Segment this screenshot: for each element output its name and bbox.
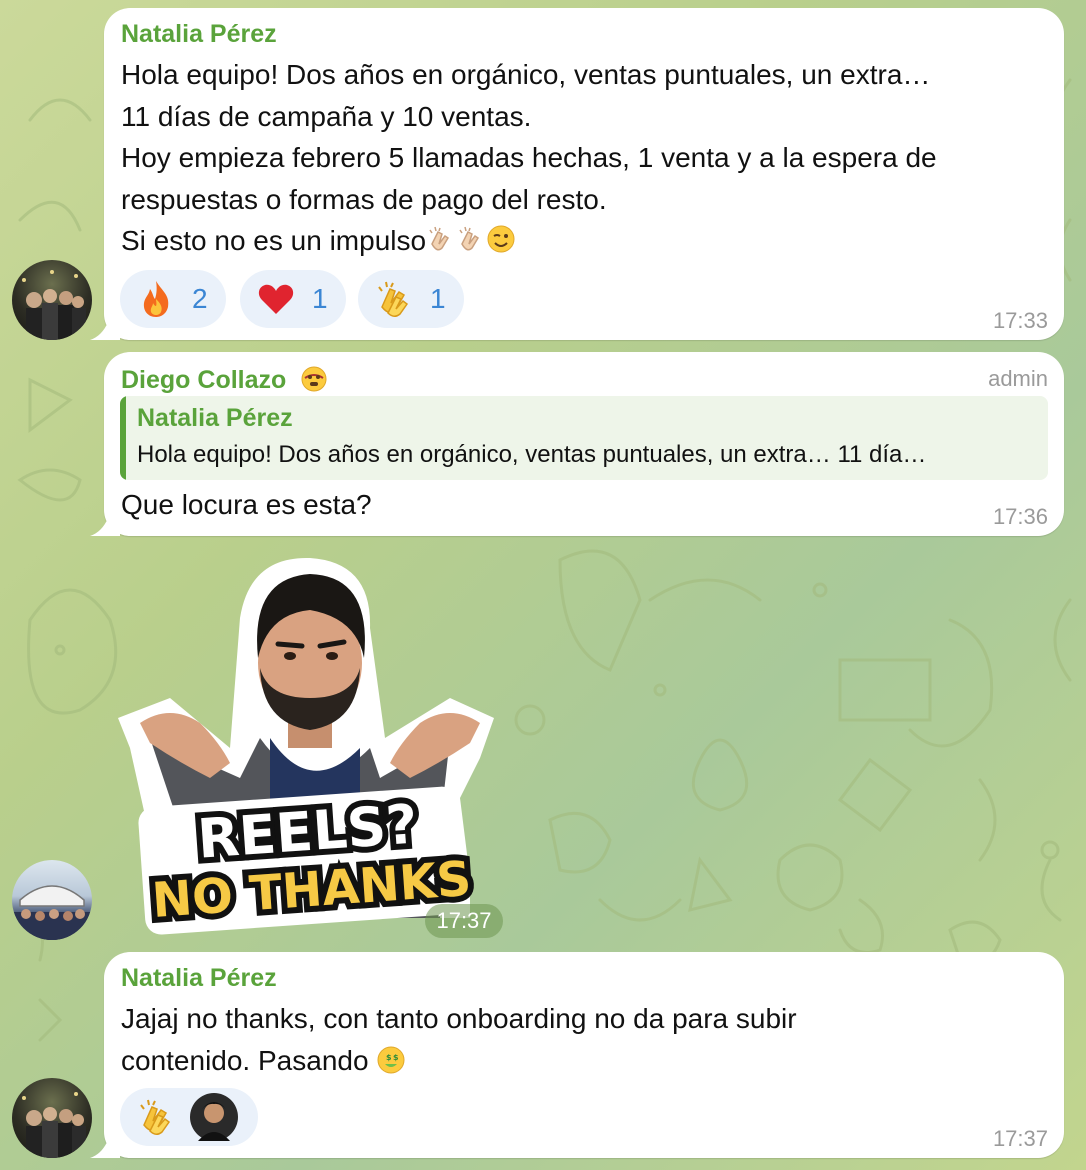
reaction-heart[interactable]: 1	[240, 270, 346, 328]
message-line: Jajaj no thanks, con tanto onboarding no…	[121, 1003, 797, 1034]
sticker-image: REELS? NO THANKS	[118, 557, 494, 935]
svg-text:$: $	[386, 1053, 392, 1062]
message-bubble[interactable]: Diego Collazo admin Natalia Pérez Hola e…	[90, 352, 1064, 536]
wink-emoji-icon	[487, 225, 515, 253]
message-text: Jajaj no thanks, con tanto onboarding no…	[121, 998, 797, 1081]
message-line: respuestas o formas de pago del resto.	[121, 183, 607, 215]
message-time: 17:37	[992, 1126, 1048, 1151]
message-time: 17:33	[992, 308, 1048, 333]
reaction-clap-with-avatar[interactable]	[120, 1088, 258, 1146]
avatar-diego[interactable]	[12, 860, 92, 940]
bubble-tail	[90, 512, 120, 536]
clap-light-skin-emoji-icon	[459, 226, 480, 251]
avatar-natalia-2[interactable]	[12, 1078, 92, 1158]
reaction-count: 1	[312, 283, 328, 314]
reaction-clap[interactable]: 1	[358, 270, 464, 328]
money-face-emoji-icon	[301, 366, 327, 392]
heart-emoji-icon	[258, 284, 294, 314]
message-time: 17:36	[992, 504, 1048, 529]
sender-name[interactable]: Natalia Pérez	[121, 20, 277, 49]
avatar-natalia[interactable]	[12, 260, 92, 340]
message-text: Que locura es esta?	[121, 489, 372, 520]
message-line-text: contenido. Pasando	[121, 1044, 369, 1076]
reaction-count: 2	[192, 283, 208, 314]
bubble-tail	[90, 316, 120, 340]
message-bubble[interactable]: Natalia Pérez Jajaj no thanks, con tanto…	[90, 952, 1064, 1158]
clap-light-skin-emoji-icon	[429, 226, 450, 251]
clap-emoji-icon	[378, 281, 409, 317]
sticker[interactable]: REELS? NO THANKS	[110, 548, 510, 938]
bubble-tail	[90, 1134, 120, 1158]
message-line: Si esto no es un impulso	[121, 220, 937, 262]
reaction-count: 1	[430, 283, 446, 314]
admin-badge: admin	[988, 366, 1048, 391]
avatar-photo	[22, 270, 86, 340]
avatar-photo	[12, 885, 92, 940]
message-line-text: Si esto no es un impulso	[121, 225, 427, 256]
fire-emoji-icon	[143, 281, 169, 317]
sender-name-text: Diego Collazo	[121, 366, 287, 394]
reaction-fire[interactable]: 2	[120, 270, 226, 328]
money-mouth-emoji-icon: $ $	[377, 1046, 405, 1073]
message-line: 11 días de campaña y 10 ventas.	[121, 100, 532, 132]
reply-text: Hola equipo! Dos años en orgánico, venta…	[137, 441, 927, 468]
message-text: Hola equipo! Dos años en orgánico, venta…	[121, 54, 937, 262]
svg-text:$: $	[393, 1053, 399, 1062]
reactor-avatar	[190, 1093, 238, 1141]
message-line: Hola equipo! Dos años en orgánico, venta…	[121, 59, 931, 90]
sticker-time: 17:37	[425, 904, 503, 938]
reply-sender: Natalia Pérez	[137, 404, 293, 432]
reply-quote[interactable]: Natalia Pérez Hola equipo! Dos años en o…	[120, 396, 1048, 480]
avatar-photo	[22, 1092, 86, 1158]
message-line: Hoy empieza febrero 5 llamadas hechas, 1…	[121, 142, 937, 173]
clap-emoji-icon	[140, 1099, 171, 1135]
sender-name[interactable]: Diego Collazo	[121, 364, 329, 395]
reply-bar	[120, 396, 126, 480]
message-bubble[interactable]: Natalia Pérez Hola equipo! Dos años en o…	[90, 8, 1064, 340]
sender-name[interactable]: Natalia Pérez	[121, 964, 277, 993]
message-line: contenido. Pasando $ $	[121, 1040, 797, 1082]
